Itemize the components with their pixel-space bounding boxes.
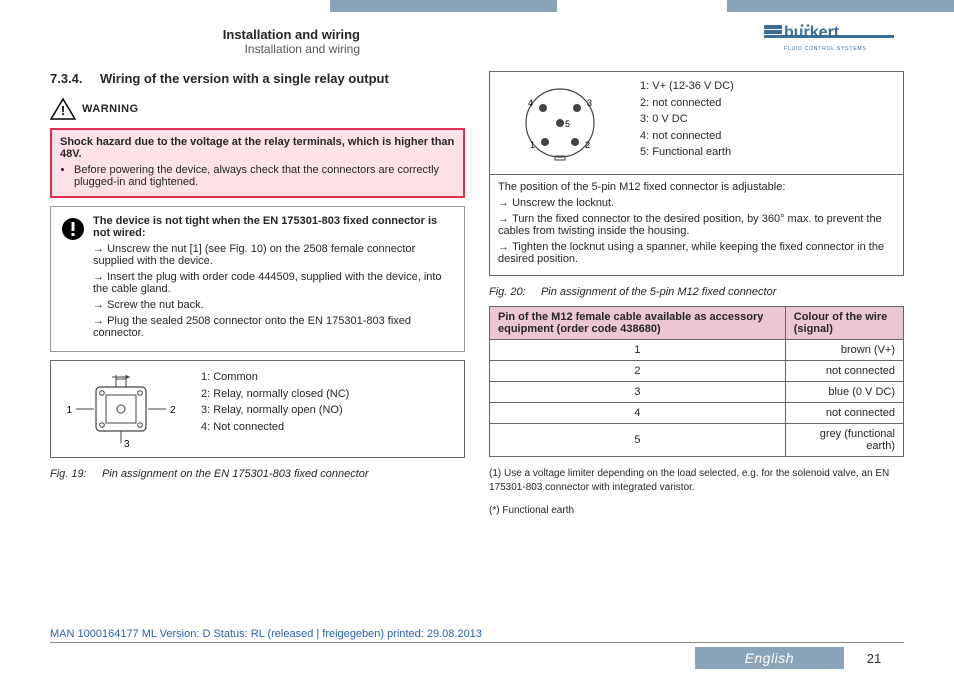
right-column: 1 2 3 4 5 1: V+ (12-36 V DC) 2: not conn… — [489, 71, 904, 518]
footnote-2: (*) Functional earth — [489, 504, 904, 518]
fig20-pin2: 2: not connected — [640, 95, 893, 112]
fig19-caption-text: Pin assignment on the EN 175301-803 fixe… — [102, 468, 369, 480]
breadcrumb-l1: Installation and wiring — [80, 27, 360, 42]
breadcrumb: Installation and wiring Installation and… — [80, 27, 360, 56]
page-footer: MAN 1000164177 ML Version: D Status: RL … — [0, 628, 954, 669]
fig20-box: 1 2 3 4 5 1: V+ (12-36 V DC) 2: not conn… — [489, 71, 904, 276]
breadcrumb-l2: Installation and wiring — [80, 42, 360, 56]
svg-text:3: 3 — [587, 98, 592, 108]
warning-lead: Shock hazard due to the voltage at the r… — [60, 136, 455, 160]
fig20-diagram: 1 2 3 4 5 — [490, 72, 630, 174]
svg-text:5: 5 — [565, 119, 570, 129]
svg-text:2: 2 — [170, 405, 176, 416]
language-badge: English — [695, 647, 844, 669]
wire-colour-table: Pin of the M12 female cable available as… — [489, 306, 904, 457]
table-row: 3blue (0 V DC) — [490, 382, 904, 403]
notice-lead: The device is not tight when the EN 1753… — [93, 215, 454, 239]
wire-table-head-colour: Colour of the wire (signal) — [785, 307, 903, 340]
table-row: 1brown (V+) — [490, 340, 904, 361]
notice-step: Unscrew the nut [1] (see Fig. 10) on the… — [93, 243, 454, 267]
svg-text:2: 2 — [585, 140, 590, 150]
fig19-pin3: 3: Relay, normally open (NO) — [201, 402, 454, 419]
page-header: Installation and wiring Installation and… — [0, 18, 954, 59]
warning-bullet: Before powering the device, always check… — [74, 164, 455, 188]
notice-box: The device is not tight when the EN 1753… — [50, 206, 465, 352]
notice-steps: Unscrew the nut [1] (see Fig. 10) on the… — [93, 243, 454, 339]
table-row: 5grey (functional earth) — [490, 424, 904, 457]
section-heading: 7.3.4. Wiring of the version with a sing… — [50, 71, 465, 86]
fig19-pin2: 2: Relay, normally closed (NC) — [201, 386, 454, 403]
svg-text:1: 1 — [530, 140, 535, 150]
fig20-caption-num: Fig. 20: — [489, 286, 526, 298]
table-row: 2not connected — [490, 361, 904, 382]
page-number: 21 — [844, 651, 904, 666]
fig19-pin1: 1: Common — [201, 369, 454, 386]
notice-step: Insert the plug with order code 444509, … — [93, 271, 454, 295]
brand-logo: burkert FLUID CONTROL SYSTEMS — [764, 23, 894, 59]
svg-text:4: 4 — [528, 98, 533, 108]
fig20-step: Tighten the locknut using a spanner, whi… — [498, 241, 895, 265]
brand-name-text: burkert — [784, 24, 840, 41]
fig19-caption-num: Fig. 19: — [50, 468, 87, 480]
fig19-diagram: 1 2 3 — [51, 361, 191, 457]
section-number: 7.3.4. — [50, 71, 100, 86]
footnote-1: (1) Use a voltage limiter depending on t… — [489, 467, 904, 494]
svg-text:3: 3 — [124, 439, 130, 449]
wire-table-head-pin: Pin of the M12 female cable available as… — [490, 307, 786, 340]
doc-meta: MAN 1000164177 ML Version: D Status: RL … — [50, 628, 904, 640]
fig20-step: Unscrew the locknut. — [498, 197, 895, 209]
fig20-caption-text: Pin assignment of the 5-pin M12 fixed co… — [541, 286, 776, 298]
fig19-box: 1 2 3 1: Common 2: Relay, normally close… — [50, 360, 465, 458]
fig20-pin4: 4: not connected — [640, 128, 893, 145]
fig19-caption: Fig. 19: Pin assignment on the EN 175301… — [50, 466, 465, 480]
warning-triangle-icon: ! — [50, 98, 76, 120]
section-title: Wiring of the version with a single rela… — [100, 71, 389, 86]
brand-tagline-text: FLUID CONTROL SYSTEMS — [784, 46, 867, 52]
notice-step: Screw the nut back. — [93, 299, 454, 311]
fig20-steps: Unscrew the locknut. Turn the fixed conn… — [498, 197, 895, 265]
fig20-caption: Fig. 20: Pin assignment of the 5-pin M12… — [489, 284, 904, 298]
fig20-step: Turn the fixed connector to the desired … — [498, 213, 895, 237]
fig19-pin4: 4: Not connected — [201, 419, 454, 436]
warning-label: WARNING — [82, 103, 139, 115]
fig20-pin1: 1: V+ (12-36 V DC) — [640, 78, 893, 95]
svg-text:1: 1 — [66, 405, 72, 416]
table-row: 4not connected — [490, 403, 904, 424]
fig20-pin3: 3: 0 V DC — [640, 111, 893, 128]
fig20-desc-lead: The position of the 5-pin M12 fixed conn… — [498, 181, 895, 193]
left-column: 7.3.4. Wiring of the version with a sing… — [50, 71, 465, 518]
top-accent-bars — [0, 0, 954, 18]
warning-box: Shock hazard due to the voltage at the r… — [50, 128, 465, 198]
warning-header: ! WARNING — [50, 98, 465, 120]
notice-step: Plug the sealed 2508 connector onto the … — [93, 315, 454, 339]
notice-exclamation-icon — [61, 217, 85, 241]
fig20-pin5: 5: Functional earth — [640, 144, 893, 161]
svg-text:!: ! — [61, 103, 65, 118]
